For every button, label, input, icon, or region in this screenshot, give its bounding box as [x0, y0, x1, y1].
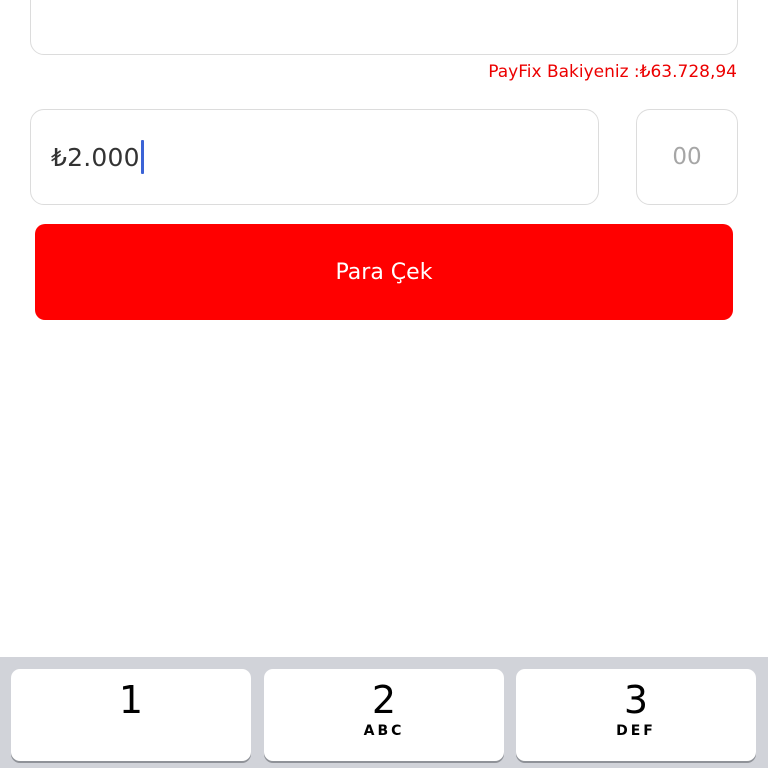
key-digit: 1	[118, 678, 144, 722]
withdraw-screen: PayFix Bakiyeniz :₺63.728,94 ₺2.000 Para…	[0, 0, 768, 768]
cents-field[interactable]	[636, 109, 738, 205]
key-digit: 3	[623, 678, 649, 722]
key-1[interactable]: 1	[11, 669, 251, 761]
withdraw-button[interactable]: Para Çek	[35, 224, 733, 320]
amount-value: ₺2.000	[51, 142, 140, 172]
key-3[interactable]: 3 DEF	[516, 669, 756, 761]
key-2[interactable]: 2 ABC	[264, 669, 504, 761]
text-caret	[140, 140, 144, 174]
balance-label: PayFix Bakiyeniz :₺63.728,94	[488, 62, 737, 82]
amount-input[interactable]: ₺2.000	[30, 109, 599, 205]
numeric-keypad: 1 2 ABC 3 DEF	[0, 657, 768, 768]
cents-input[interactable]	[652, 144, 722, 170]
key-letters: ABC	[363, 723, 405, 739]
key-letters: DEF	[616, 723, 656, 739]
payment-method-field[interactable]	[30, 0, 738, 55]
key-digit: 2	[371, 678, 397, 722]
